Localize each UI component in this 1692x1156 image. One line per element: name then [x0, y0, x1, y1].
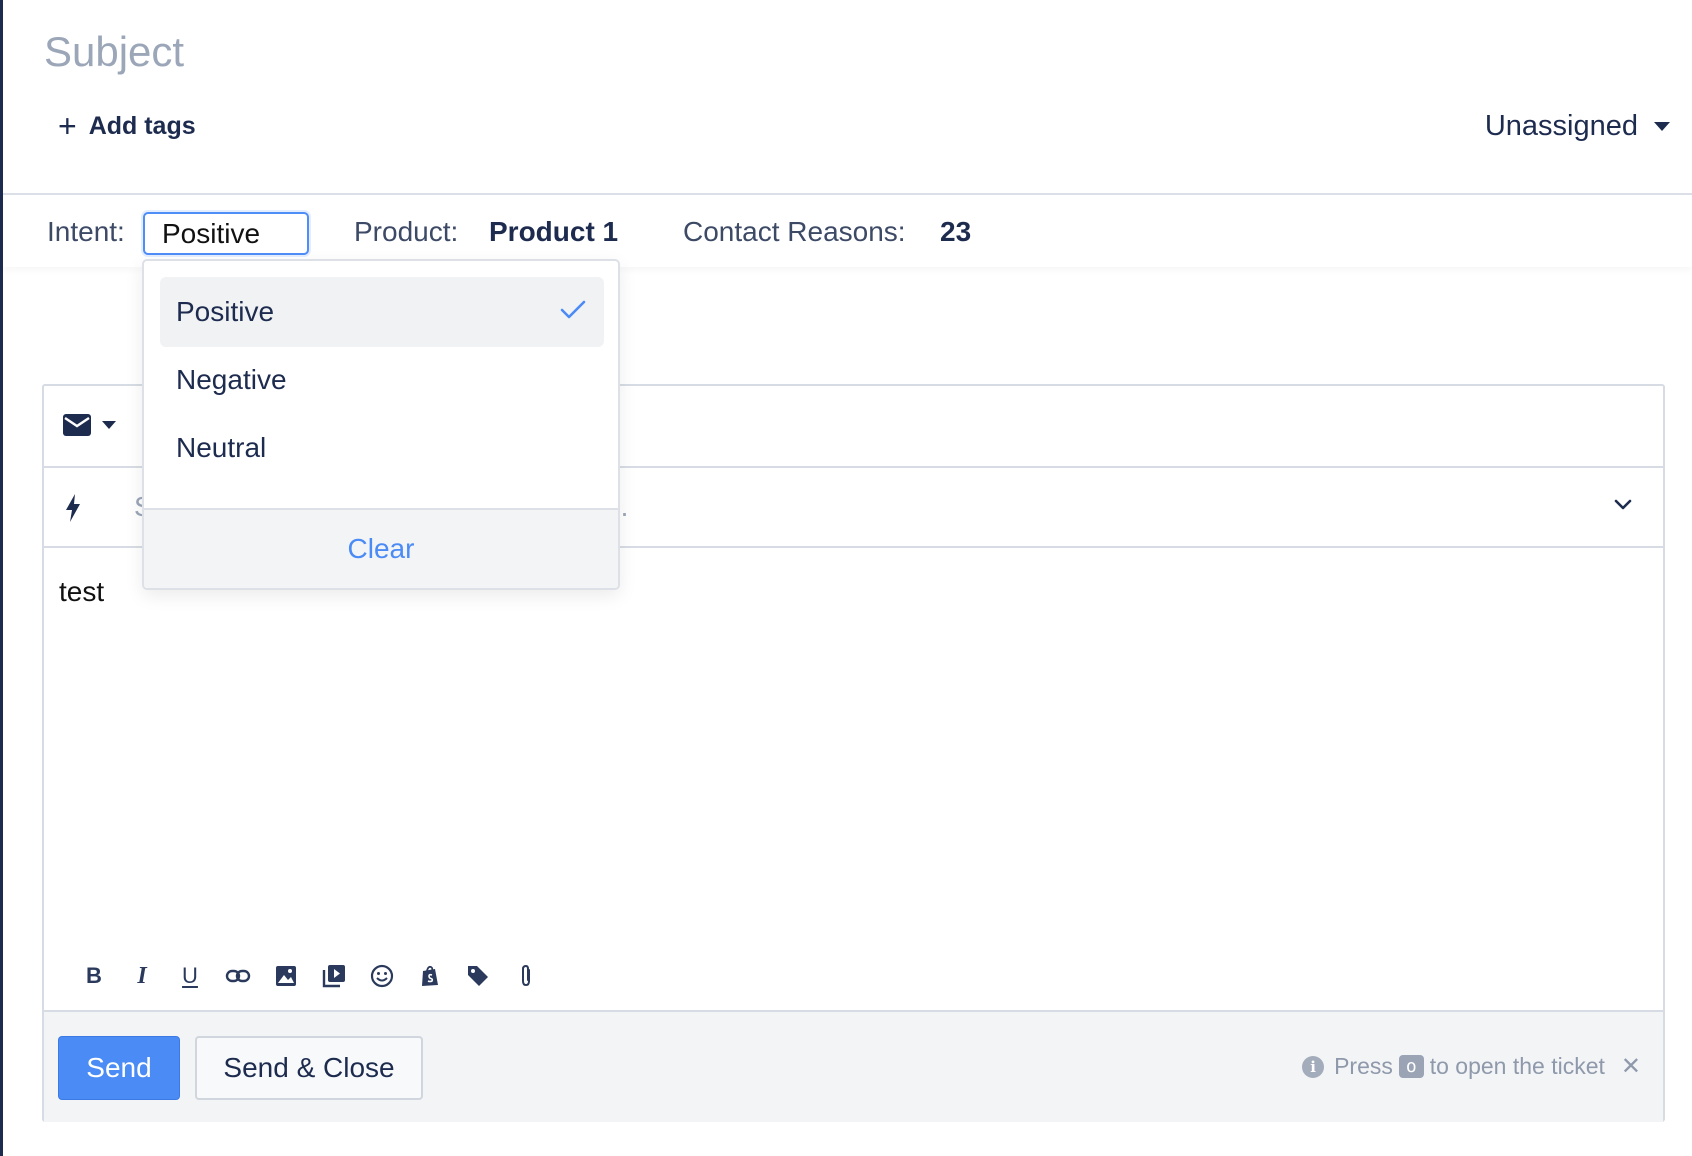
assignee-dropdown[interactable]: Unassigned [1485, 110, 1670, 143]
send-button[interactable]: Send [58, 1036, 180, 1100]
checkmark-icon [560, 300, 586, 319]
italic-button[interactable]: I [118, 959, 166, 993]
add-tags-label: Add tags [88, 111, 196, 140]
plus-icon: + [58, 108, 77, 144]
product-value[interactable]: Product 1 [489, 216, 618, 248]
image-button[interactable] [262, 959, 310, 993]
shopify-icon [422, 965, 438, 986]
shopify-button[interactable] [406, 959, 454, 993]
composer-footer: Send Send & Close i Press o to open the … [44, 1010, 1663, 1122]
contact-reasons-label: Contact Reasons: [683, 216, 906, 247]
message-body[interactable]: test [59, 576, 104, 608]
clear-button[interactable]: Clear [348, 533, 415, 565]
hint-key: o [1398, 1055, 1424, 1078]
option-label: Neutral [176, 432, 267, 463]
assignee-label: Unassigned [1484, 110, 1638, 142]
link-button[interactable] [214, 959, 262, 993]
keyboard-hint: i Press o to open the ticket ✕ [1302, 1052, 1641, 1081]
left-edge-rule [0, 0, 3, 1156]
contact-reasons-value[interactable]: 23 [940, 216, 971, 248]
tag-icon [468, 966, 488, 986]
intent-option-neutral[interactable]: Neutral [160, 413, 604, 483]
intent-label: Intent: [47, 216, 125, 247]
hint-suffix: to open the ticket [1429, 1053, 1605, 1079]
underline-icon: U [182, 963, 198, 988]
option-label: Positive [176, 296, 275, 327]
video-button[interactable] [310, 959, 358, 993]
paperclip-icon [522, 964, 530, 987]
emoji-icon [370, 964, 394, 988]
caret-down-icon [1654, 122, 1670, 131]
info-icon: i [1302, 1055, 1325, 1078]
video-icon [322, 965, 345, 988]
italic-icon: I [137, 962, 147, 989]
subject-input[interactable] [44, 22, 944, 82]
tag-button[interactable] [454, 959, 502, 993]
intent-option-positive[interactable]: Positive [160, 277, 604, 347]
option-label: Negative [176, 364, 287, 395]
close-icon[interactable]: ✕ [1621, 1052, 1641, 1081]
caret-down-icon [102, 421, 116, 429]
add-tags-button[interactable]: + Add tags [58, 110, 196, 142]
link-icon [225, 969, 251, 983]
hint-prefix: Press [1334, 1053, 1393, 1079]
send-and-close-button[interactable]: Send & Close [195, 1036, 423, 1100]
channel-selector[interactable] [62, 413, 116, 437]
intent-dropdown-menu: Positive Negative Neutral Clear [142, 259, 620, 590]
underline-button[interactable]: U [166, 959, 214, 993]
product-label: Product: [354, 216, 459, 247]
intent-option-negative[interactable]: Negative [160, 345, 604, 415]
attachment-button[interactable] [502, 959, 550, 993]
bolt-icon [66, 494, 80, 522]
ticket-fields-bar: Intent: Positive Product: Product 1 Cont… [3, 193, 1692, 267]
image-icon [276, 966, 296, 986]
intent-select[interactable]: Positive [143, 212, 309, 255]
formatting-toolbar: B I U [70, 959, 550, 993]
dropdown-footer: Clear [144, 508, 618, 588]
bold-icon: B [86, 963, 102, 988]
emoji-button[interactable] [358, 959, 406, 993]
mail-icon [63, 414, 91, 436]
bold-button[interactable]: B [70, 959, 118, 993]
chevron-down-icon[interactable] [1613, 498, 1633, 512]
